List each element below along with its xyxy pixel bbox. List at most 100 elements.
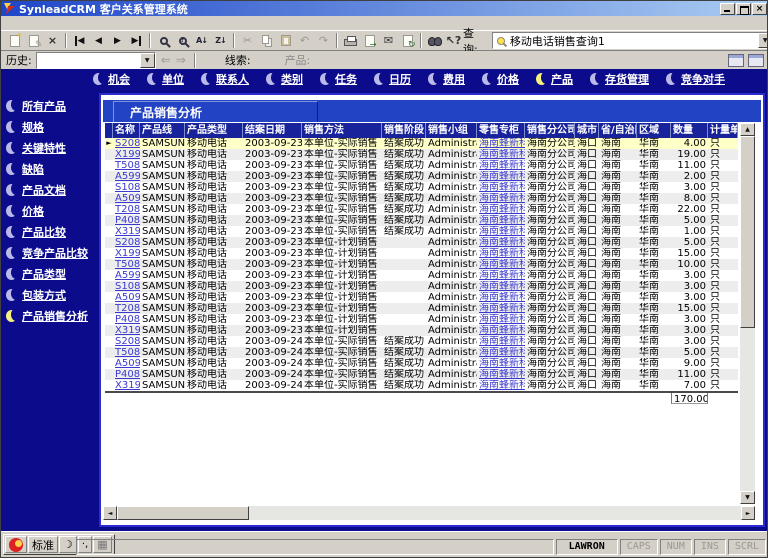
delete-icon[interactable]: ×: [43, 32, 62, 50]
scroll-down-icon[interactable]: ▼: [740, 491, 755, 504]
counter-link[interactable]: 海南蜂新科: [477, 248, 525, 259]
table-row[interactable]: S108SAMSUNG移动电话2003-09-23本单位-计划销售Adminis…: [105, 281, 738, 292]
counter-link[interactable]: 海南蜂新科: [477, 270, 525, 281]
module-tab[interactable]: 机会: [93, 71, 130, 87]
nav-last-icon[interactable]: ▶: [127, 32, 146, 50]
search-icon[interactable]: [154, 32, 173, 50]
find-icon[interactable]: [425, 32, 444, 50]
product-link[interactable]: S208: [113, 237, 140, 248]
product-link[interactable]: T208: [113, 204, 140, 215]
column-header[interactable]: 销售阶段: [382, 123, 426, 138]
menu-item[interactable]: [33, 16, 49, 31]
sidebar-item[interactable]: 关键特性: [6, 139, 98, 156]
vertical-scroll-thumb[interactable]: [740, 136, 755, 328]
column-header[interactable]: 产品类型: [185, 123, 243, 138]
counter-link[interactable]: 海南蜂新科: [477, 358, 525, 369]
minimize-button[interactable]: [720, 3, 735, 15]
sidebar-item[interactable]: 产品销售分析: [6, 307, 98, 324]
column-header[interactable]: 产品线: [140, 123, 185, 138]
print-preview-icon[interactable]: [748, 54, 764, 67]
column-header[interactable]: 销售小组: [426, 123, 477, 138]
sidebar-item[interactable]: 产品文档: [6, 181, 98, 198]
scroll-right-icon[interactable]: ►: [741, 506, 755, 520]
product-link[interactable]: P408: [113, 215, 140, 226]
table-row[interactable]: X319SAMSUNG移动电话2003-09-23本单位-计划销售Adminis…: [105, 325, 738, 336]
counter-link[interactable]: 海南蜂新科: [477, 237, 525, 248]
help-pointer-icon[interactable]: ↖?: [444, 32, 463, 50]
table-row[interactable]: X199SAMSUNG移动电话2003-09-23本单位-计划销售Adminis…: [105, 248, 738, 259]
export-icon[interactable]: [360, 32, 379, 50]
counter-link[interactable]: 海南蜂新科: [477, 292, 525, 303]
menu-item[interactable]: [1, 16, 17, 31]
table-row[interactable]: S108SAMSUNG移动电话2003-09-23本单位-实际销售结案成功Adm…: [105, 182, 738, 193]
product-link[interactable]: X319: [113, 226, 140, 237]
product-link[interactable]: P408: [113, 369, 140, 380]
product-link[interactable]: X319: [113, 380, 140, 391]
menu-item[interactable]: [65, 16, 81, 31]
menu-item[interactable]: [113, 16, 129, 31]
product-link[interactable]: S208: [113, 138, 140, 149]
table-row[interactable]: A599SAMSUNG移动电话2003-09-23本单位-实际销售结案成功Adm…: [105, 171, 738, 182]
table-row[interactable]: P408SAMSUNG移动电话2003-09-23本单位-实际销售结案成功Adm…: [105, 215, 738, 226]
table-row[interactable]: T508SAMSUNG移动电话2003-09-24本单位-实际销售结案成功Adm…: [105, 347, 738, 358]
table-row[interactable]: A509SAMSUNG移动电话2003-09-23本单位-计划销售Adminis…: [105, 292, 738, 303]
restore-button[interactable]: [736, 3, 751, 15]
column-header[interactable]: 省/自治区: [599, 123, 637, 138]
product-link[interactable]: X199: [113, 149, 140, 160]
ime-mode-label[interactable]: 标准: [28, 536, 58, 553]
column-header[interactable]: 销售方法: [302, 123, 382, 138]
sidebar-item[interactable]: 产品比较: [6, 223, 98, 240]
counter-link[interactable]: 海南蜂新科: [477, 182, 525, 193]
table-row[interactable]: T208SAMSUNG移动电话2003-09-23本单位-实际销售结案成功Adm…: [105, 204, 738, 215]
column-header[interactable]: 名称: [113, 123, 140, 138]
table-row[interactable]: X319SAMSUNG移动电话2003-09-23本单位-实际销售结案成功Adm…: [105, 226, 738, 237]
full-half-moon-icon[interactable]: ☽: [59, 536, 77, 553]
counter-link[interactable]: 海南蜂新科: [477, 171, 525, 182]
menu-item[interactable]: [17, 16, 33, 31]
copy-icon[interactable]: [257, 32, 276, 50]
module-tab[interactable]: 费用: [428, 71, 465, 87]
product-link[interactable]: X319: [113, 325, 140, 336]
history-dropdown-button[interactable]: ▼: [140, 53, 155, 68]
close-button[interactable]: ×: [752, 3, 767, 15]
ime-logo-icon[interactable]: [5, 536, 27, 553]
product-link[interactable]: P408: [113, 314, 140, 325]
product-link[interactable]: A509: [113, 358, 140, 369]
sidebar-item[interactable]: 所有产品: [6, 97, 98, 114]
cut-icon[interactable]: ✂: [238, 32, 257, 50]
column-header[interactable]: 区域: [637, 123, 671, 138]
product-link[interactable]: T208: [113, 303, 140, 314]
new-record-icon[interactable]: [5, 32, 24, 50]
column-header[interactable]: 数量: [671, 123, 708, 138]
scroll-left-icon[interactable]: ◄: [103, 506, 117, 520]
counter-link[interactable]: 海南蜂新科: [477, 281, 525, 292]
counter-link[interactable]: 海南蜂新科: [477, 204, 525, 215]
undo-icon[interactable]: ↶: [295, 32, 314, 50]
table-row[interactable]: A509SAMSUNG移动电话2003-09-24本单位-实际销售结案成功Adm…: [105, 358, 738, 369]
history-combo[interactable]: ▼: [36, 52, 156, 69]
menu-item[interactable]: [49, 16, 65, 31]
horizontal-scroll-thumb[interactable]: [117, 506, 249, 520]
menu-item[interactable]: [97, 16, 113, 31]
product-link[interactable]: T508: [113, 347, 140, 358]
vertical-scrollbar[interactable]: ▲ ▼: [740, 123, 755, 504]
module-tab[interactable]: 价格: [482, 71, 519, 87]
nav-prev-icon[interactable]: ◀: [89, 32, 108, 50]
query-dropdown-button[interactable]: ▼: [758, 33, 768, 48]
column-header[interactable]: 零售专柜: [477, 123, 525, 138]
counter-link[interactable]: 海南蜂新科: [477, 325, 525, 336]
table-row[interactable]: A509SAMSUNG移动电话2003-09-23本单位-实际销售结案成功Adm…: [105, 193, 738, 204]
product-link[interactable]: T508: [113, 259, 140, 270]
sidebar-item[interactable]: 价格: [6, 202, 98, 219]
scroll-up-icon[interactable]: ▲: [740, 123, 755, 136]
module-tab[interactable]: 日历: [374, 71, 411, 87]
module-tab[interactable]: 联系人: [201, 71, 249, 87]
column-header[interactable]: 城市: [575, 123, 599, 138]
column-header[interactable]: 计量单位: [708, 123, 738, 138]
module-tab[interactable]: 竞争对手: [666, 71, 725, 87]
edit-record-icon[interactable]: [24, 32, 43, 50]
counter-link[interactable]: 海南蜂新科: [477, 215, 525, 226]
horizontal-scrollbar[interactable]: ◄ ►: [103, 506, 755, 520]
counter-link[interactable]: 海南蜂新科: [477, 138, 525, 149]
column-header[interactable]: 销售分公司: [525, 123, 575, 138]
